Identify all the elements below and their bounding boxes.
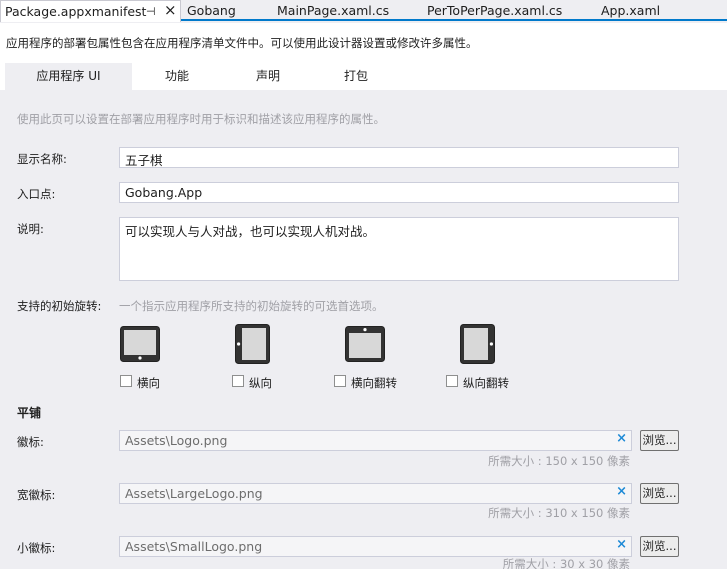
- small-logo-label: 小徽标:: [17, 541, 56, 555]
- wide-logo-path-field[interactable]: Assets\LargeLogo.png ×: [119, 483, 632, 504]
- portrait-icon: [235, 324, 270, 364]
- portrait-label: 纵向: [249, 376, 272, 390]
- clear-icon[interactable]: ×: [616, 484, 627, 499]
- description-field[interactable]: 可以实现人与人对战，也可以实现人机对战。: [119, 217, 679, 281]
- intro-hint: 使用此页可以设置在部署应用程序时用于标识和描述该应用程序的属性。: [17, 112, 385, 126]
- landscape-icon: [120, 326, 160, 362]
- small-logo-size-hint: 所需大小 : 30 x 30 像素: [502, 557, 630, 569]
- rotation-label: 支持的初始旋转:: [17, 299, 102, 313]
- wide-logo-size-hint: 所需大小 : 310 x 150 像素: [488, 506, 630, 520]
- portrait-flipped-checkbox[interactable]: [446, 375, 458, 387]
- clear-icon[interactable]: ×: [616, 537, 627, 552]
- doc-tab-appxaml[interactable]: App.xaml: [601, 0, 660, 21]
- tab-application-ui[interactable]: 应用程序 UI: [5, 63, 132, 90]
- clear-icon[interactable]: ×: [616, 431, 627, 446]
- manifest-description: 应用程序的部署包属性包含在应用程序清单文件中。可以使用此设计器设置或修改许多属性…: [6, 36, 478, 50]
- doc-tab-mainpage[interactable]: MainPage.xaml.cs: [277, 0, 389, 21]
- portrait-checkbox[interactable]: [232, 375, 244, 387]
- doc-tab-gobang[interactable]: Gobang: [187, 0, 236, 21]
- tab-packaging[interactable]: 打包: [326, 63, 386, 90]
- designer-tab-strip: 应用程序 UI 功能 声明 打包: [0, 59, 727, 90]
- landscape-label: 横向: [137, 376, 160, 390]
- rotation-hint: 一个指示应用程序所支持的初始旋转的可选首选项。: [119, 299, 384, 313]
- close-icon[interactable]: ×: [164, 0, 177, 21]
- entry-point-field[interactable]: Gobang.App: [119, 182, 679, 203]
- doc-tab-label: MainPage.xaml.cs: [277, 3, 390, 18]
- display-name-label: 显示名称:: [17, 152, 67, 166]
- small-logo-path-field[interactable]: Assets\SmallLogo.png ×: [119, 536, 632, 557]
- portrait-flipped-icon: [460, 324, 495, 364]
- application-ui-panel: 使用此页可以设置在部署应用程序时用于标识和描述该应用程序的属性。 显示名称: 五…: [0, 90, 727, 569]
- tab-capabilities[interactable]: 功能: [147, 63, 207, 90]
- logo-path-text: Assets\Logo.png: [125, 433, 228, 448]
- small-logo-path-text: Assets\SmallLogo.png: [125, 539, 263, 554]
- tab-declarations[interactable]: 声明: [238, 63, 298, 90]
- doc-tab-label: Gobang: [187, 3, 236, 18]
- logo-path-field[interactable]: Assets\Logo.png ×: [119, 430, 632, 451]
- wide-logo-browse-button[interactable]: 浏览...: [640, 483, 679, 504]
- entry-point-label: 入口点:: [17, 187, 56, 201]
- logo-browse-button[interactable]: 浏览...: [640, 430, 679, 451]
- wide-logo-path-text: Assets\LargeLogo.png: [125, 486, 263, 501]
- tile-section-title: 平铺: [17, 406, 42, 420]
- doc-tab-label: PerToPerPage.xaml.cs: [427, 3, 563, 18]
- landscape-flipped-icon: [345, 326, 385, 362]
- landscape-flipped-label: 横向翻转: [351, 376, 397, 390]
- landscape-flipped-checkbox[interactable]: [334, 375, 346, 387]
- wide-logo-label: 宽徽标:: [17, 488, 56, 502]
- doc-tab-label: App.xaml: [601, 3, 661, 18]
- doc-tab-pertoperpage[interactable]: PerToPerPage.xaml.cs: [427, 0, 562, 21]
- display-name-field[interactable]: 五子棋: [119, 147, 679, 168]
- document-tab-strip: Package.appxmanifest ⊣ × Gobang MainPage…: [0, 0, 727, 22]
- small-logo-browse-button[interactable]: 浏览...: [640, 536, 679, 557]
- manifest-description-bar: 应用程序的部署包属性包含在应用程序清单文件中。可以使用此设计器设置或修改许多属性…: [0, 23, 727, 59]
- description-label: 说明:: [17, 222, 44, 236]
- doc-tab-package-manifest[interactable]: Package.appxmanifest ⊣ ×: [0, 0, 181, 22]
- logo-size-hint: 所需大小 : 150 x 150 像素: [488, 454, 630, 468]
- pin-icon[interactable]: ⊣: [146, 1, 156, 22]
- doc-tab-label: Package.appxmanifest: [5, 4, 147, 19]
- landscape-checkbox[interactable]: [120, 375, 132, 387]
- logo-label: 徽标:: [17, 435, 44, 449]
- portrait-flipped-label: 纵向翻转: [463, 376, 509, 390]
